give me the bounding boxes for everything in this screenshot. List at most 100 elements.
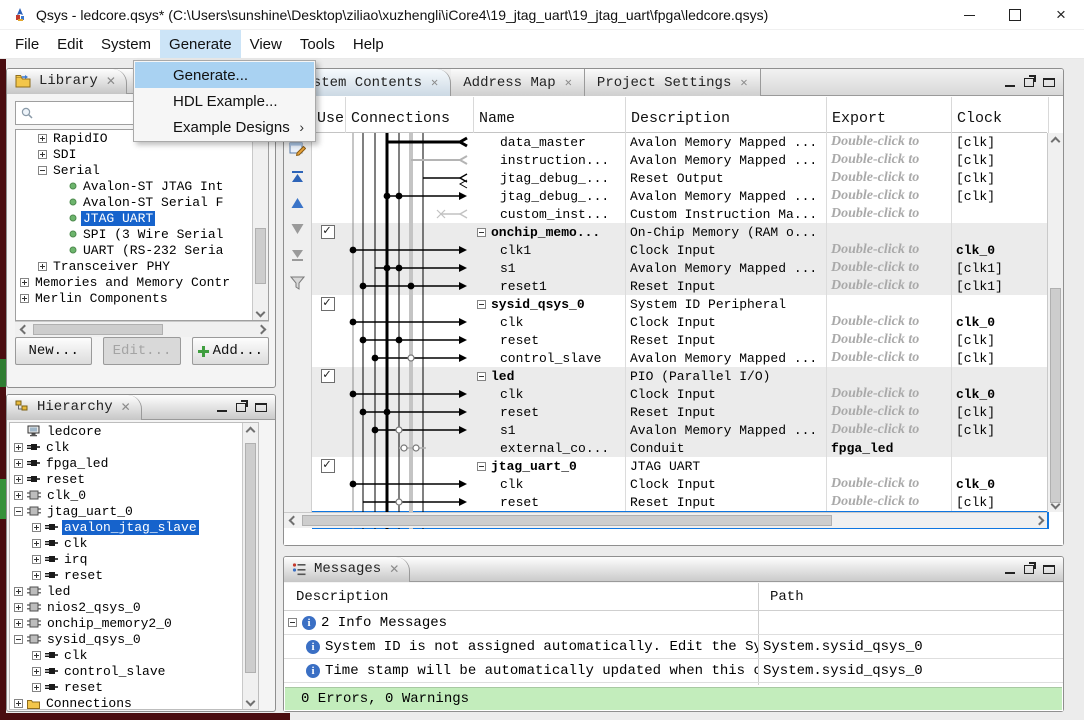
library-tree-vscrollbar[interactable] — [252, 130, 268, 320]
collapse-icon[interactable] — [14, 507, 23, 516]
column-header-clock[interactable]: Clock — [952, 97, 1049, 133]
expand-icon[interactable] — [32, 523, 41, 532]
port-row[interactable]: custom_inst...Custom Instruction Ma...Do… — [312, 205, 1049, 223]
expand-icon[interactable] — [14, 587, 23, 596]
menu-edit[interactable]: Edit — [48, 30, 92, 58]
connections-cell[interactable] — [346, 241, 474, 259]
port-row[interactable]: reset1Reset InputDouble-click to[clk1] — [312, 277, 1049, 295]
clock-cell[interactable]: clk_0 — [952, 385, 1049, 403]
export-cell[interactable] — [827, 367, 952, 385]
export-cell[interactable]: Double-click to — [827, 403, 952, 421]
messages-group-row[interactable]: i2 Info Messages — [284, 611, 1063, 635]
use-checkbox[interactable] — [321, 297, 335, 311]
clock-cell[interactable]: [clk1] — [952, 259, 1049, 277]
connections-cell[interactable] — [346, 169, 474, 187]
table-hscrollbar[interactable] — [284, 512, 1047, 528]
library-tab-close-icon[interactable]: ✕ — [106, 74, 116, 88]
hierarchy-tree-item[interactable]: control_slave — [10, 663, 242, 679]
hierarchy-tree-item[interactable]: sysid_qsys_0 — [10, 631, 242, 647]
collapse-icon[interactable] — [477, 228, 486, 237]
messages-tab-close-icon[interactable]: ✕ — [389, 562, 399, 576]
clock-cell[interactable]: [clk] — [952, 133, 1049, 151]
message-row[interactable]: iSystem ID is not assigned automatically… — [284, 635, 1063, 659]
port-row[interactable]: clkClock InputDouble-click toclk_0 — [312, 385, 1049, 403]
clock-cell[interactable]: [clk] — [952, 151, 1049, 169]
filter-icon[interactable] — [290, 276, 305, 290]
export-cell[interactable]: Double-click to — [827, 151, 952, 169]
menu-item-hdl-example---[interactable]: HDL Example... — [135, 88, 314, 114]
connections-cell[interactable] — [346, 313, 474, 331]
minimize-icon[interactable] — [946, 0, 992, 30]
port-row[interactable]: clkClock InputDouble-click toclk_0 — [312, 475, 1049, 493]
connections-cell[interactable] — [346, 259, 474, 277]
scroll-up-icon[interactable] — [1051, 137, 1061, 147]
message-row[interactable]: iTime stamp will be automatically update… — [284, 659, 1063, 683]
export-cell[interactable] — [827, 457, 952, 475]
component-row[interactable]: sysid_qsys_0System ID Peripheral — [312, 295, 1049, 313]
clock-cell[interactable] — [952, 439, 1049, 457]
port-row[interactable]: data_masterAvalon Memory Mapped ...Doubl… — [312, 133, 1049, 151]
expand-icon[interactable] — [32, 571, 41, 580]
connections-cell[interactable] — [346, 223, 474, 241]
hierarchy-tree-item[interactable]: avalon_jtag_slave — [10, 519, 242, 535]
move-top-icon[interactable] — [290, 170, 305, 183]
tab-project-settings[interactable]: Project Settings✕ — [585, 69, 761, 96]
expand-icon[interactable] — [14, 699, 23, 708]
port-row[interactable]: resetReset InputDouble-click to[clk] — [312, 403, 1049, 421]
panel-minimize-icon[interactable] — [1005, 85, 1015, 87]
collapse-icon[interactable] — [288, 618, 297, 627]
expand-icon[interactable] — [14, 603, 23, 612]
menu-item-generate---[interactable]: Generate... — [135, 62, 314, 88]
menu-view[interactable]: View — [241, 30, 291, 58]
hierarchy-tree-item[interactable]: clk — [10, 439, 242, 455]
export-cell[interactable]: Double-click to — [827, 241, 952, 259]
column-header-connections[interactable]: Connections — [346, 97, 474, 133]
menu-item-example-designs[interactable]: Example Designs› — [135, 114, 314, 140]
library-tree-item[interactable]: UART (RS-232 Seria — [16, 242, 252, 258]
expand-icon[interactable] — [38, 262, 47, 271]
clock-cell[interactable]: [clk] — [952, 187, 1049, 205]
export-cell[interactable]: Double-click to — [827, 277, 952, 295]
hierarchy-tree-item[interactable]: clk — [10, 647, 242, 663]
edit-icon[interactable] — [289, 141, 306, 156]
library-tree-item[interactable]: SDI — [16, 146, 252, 162]
export-cell[interactable]: Double-click to — [827, 349, 952, 367]
move-down-icon[interactable] — [290, 223, 305, 235]
scroll-left-icon[interactable] — [20, 325, 30, 335]
port-row[interactable]: external_co...Conduitfpga_led — [312, 439, 1049, 457]
connections-cell[interactable] — [346, 421, 474, 439]
export-cell[interactable] — [827, 223, 952, 241]
hierarchy-tree-item[interactable]: clk — [10, 535, 242, 551]
add-button[interactable]: Add... — [192, 337, 269, 365]
hierarchy-tree-item[interactable]: jtag_uart_0 — [10, 503, 242, 519]
clock-cell[interactable]: [clk1] — [952, 277, 1049, 295]
close-icon[interactable]: × — [1038, 0, 1084, 30]
clock-cell[interactable] — [952, 205, 1049, 223]
connections-cell[interactable] — [346, 439, 474, 457]
messages-tab[interactable]: Messages ✕ — [284, 557, 410, 582]
panel-maximize-icon[interactable] — [1043, 78, 1055, 87]
hierarchy-tree-item[interactable]: reset — [10, 567, 242, 583]
component-row[interactable]: ledPIO (Parallel I/O) — [312, 367, 1049, 385]
clock-cell[interactable]: [clk] — [952, 421, 1049, 439]
port-row[interactable]: s1Avalon Memory Mapped ...Double-click t… — [312, 421, 1049, 439]
connections-cell[interactable] — [346, 475, 474, 493]
port-row[interactable]: instruction...Avalon Memory Mapped ...Do… — [312, 151, 1049, 169]
connections-cell[interactable] — [346, 133, 474, 151]
maximize-icon[interactable] — [992, 0, 1038, 30]
clock-cell[interactable]: clk_0 — [952, 313, 1049, 331]
expand-icon[interactable] — [14, 443, 23, 452]
expand-icon[interactable] — [14, 619, 23, 628]
tab-address-map[interactable]: Address Map✕ — [451, 69, 585, 96]
clock-cell[interactable]: [clk] — [952, 349, 1049, 367]
export-cell[interactable]: Double-click to — [827, 259, 952, 277]
expand-icon[interactable] — [20, 278, 29, 287]
hierarchy-tree-item[interactable]: ledcore — [10, 423, 242, 439]
tab-close-icon[interactable]: ✕ — [565, 75, 572, 90]
move-up-icon[interactable] — [290, 197, 305, 209]
expand-icon[interactable] — [20, 294, 29, 303]
expand-icon[interactable] — [38, 150, 47, 159]
collapse-icon[interactable] — [477, 462, 486, 471]
column-header-export[interactable]: Export — [827, 97, 952, 133]
export-cell[interactable] — [827, 295, 952, 313]
